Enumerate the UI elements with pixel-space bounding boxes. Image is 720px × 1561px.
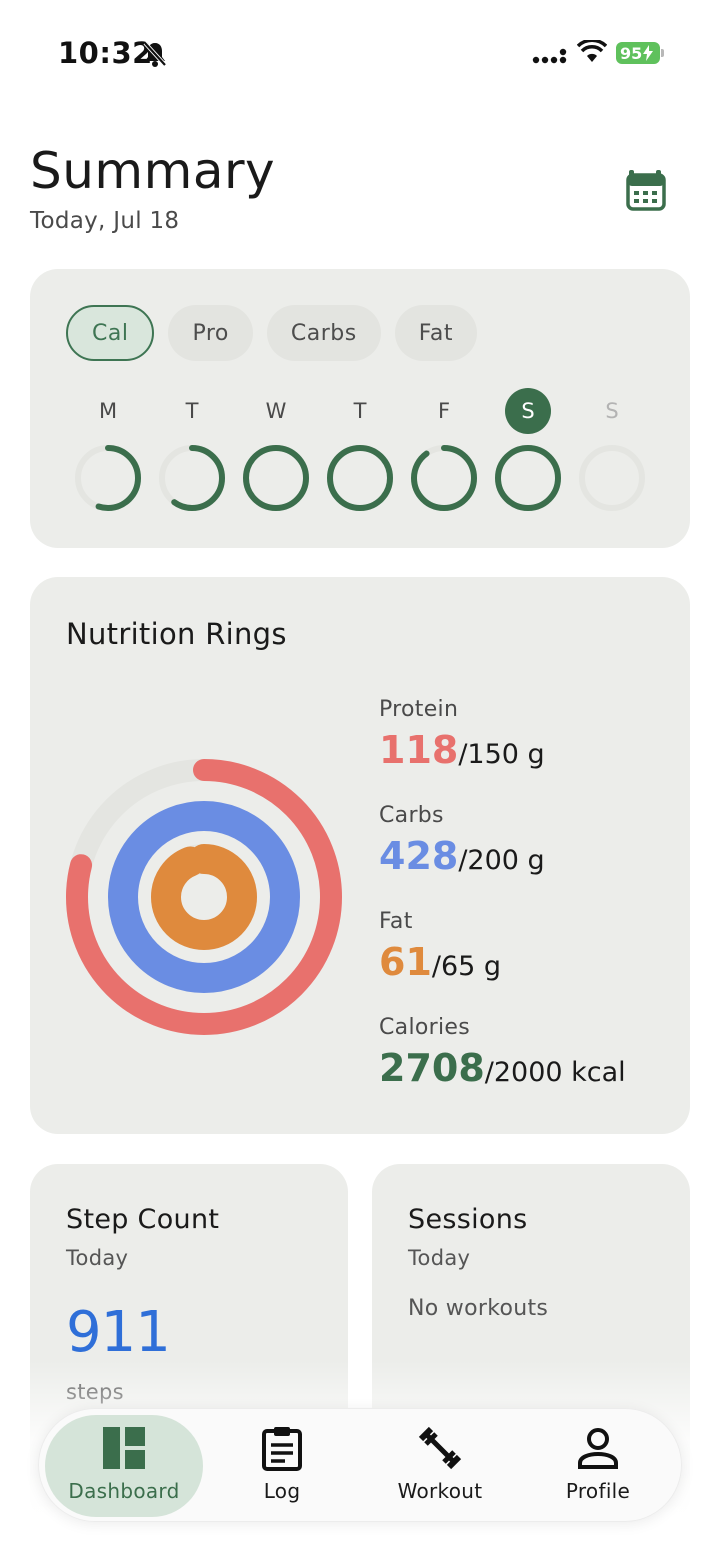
day-progress-ring[interactable] <box>577 443 647 513</box>
battery-indicator: 95 <box>616 42 660 64</box>
chip-fat[interactable]: Fat <box>394 305 477 361</box>
sessions-subtitle: Today <box>408 1246 471 1270</box>
tab-profile[interactable]: Profile <box>519 1409 677 1523</box>
metric-chips: Cal Pro Carbs Fat <box>66 305 477 361</box>
nutrition-rings-card: Nutrition Rings Protein 118/150 g Carbs … <box>30 577 690 1134</box>
status-bar: 10:32 95 <box>0 0 720 100</box>
tab-label: Log <box>263 1479 301 1503</box>
ring-progress-arc <box>243 445 309 511</box>
macro-protein: Protein 118/150 g <box>379 697 545 772</box>
day-label[interactable]: W <box>253 396 299 426</box>
dashboard-icon <box>103 1427 145 1469</box>
tab-label: Workout <box>397 1479 483 1503</box>
day-progress-ring[interactable] <box>73 443 143 513</box>
page-date: Today, Jul 18 <box>30 208 180 234</box>
macro-target: /65 g <box>431 951 502 982</box>
tab-bar: Dashboard Log Workout Profile <box>38 1408 682 1522</box>
weekly-progress-card: Cal Pro Carbs Fat M T W T F S S <box>30 269 690 548</box>
steps-title: Step Count <box>66 1204 220 1235</box>
chip-pro[interactable]: Pro <box>168 305 253 361</box>
person-icon <box>578 1428 618 1469</box>
day-label[interactable]: M <box>85 396 131 426</box>
tab-dashboard[interactable]: Dashboard <box>45 1409 203 1523</box>
status-time: 10:32 <box>58 36 153 70</box>
steps-value: 911 <box>66 1300 171 1365</box>
macro-calories: Calories 2708/2000 kcal <box>379 1015 626 1090</box>
calendar-icon[interactable] <box>620 166 672 216</box>
macro-current: 61 <box>379 940 432 984</box>
macro-target: /200 g <box>458 845 545 876</box>
macro-label: Calories <box>379 1015 470 1040</box>
day-progress-ring[interactable] <box>241 443 311 513</box>
steps-subtitle: Today <box>66 1246 129 1270</box>
battery-tip <box>661 49 664 57</box>
day-label[interactable]: T <box>169 396 215 426</box>
tab-log[interactable]: Log <box>203 1409 361 1523</box>
macro-target: /150 g <box>458 739 545 770</box>
clipboard-icon <box>262 1427 302 1471</box>
macro-label: Fat <box>379 909 413 934</box>
ring-track <box>579 445 645 511</box>
macro-label: Protein <box>379 697 459 722</box>
chip-cal[interactable]: Cal <box>66 305 155 361</box>
ring-progress-arc <box>495 445 561 511</box>
page-title: Summary <box>30 142 276 200</box>
macro-fat: Fat 61/65 g <box>379 909 501 984</box>
wifi-icon <box>577 40 607 62</box>
day-progress-ring[interactable] <box>493 443 563 513</box>
chip-carbs[interactable]: Carbs <box>266 305 381 361</box>
tab-label: Profile <box>565 1479 631 1503</box>
bell-slash-icon <box>143 41 167 67</box>
day-progress-ring[interactable] <box>157 443 227 513</box>
tab-label: Dashboard <box>68 1479 180 1503</box>
macro-target: /2000 kcal <box>484 1057 626 1088</box>
sessions-title: Sessions <box>408 1204 528 1235</box>
dumbbell-icon <box>418 1426 462 1470</box>
macro-label: Carbs <box>379 803 444 828</box>
sessions-empty-text: No workouts <box>408 1296 549 1321</box>
nutrition-title: Nutrition Rings <box>66 617 287 651</box>
day-label[interactable]: S <box>505 388 551 434</box>
day-label[interactable]: S <box>589 396 635 426</box>
ring-progress-arc <box>411 445 477 511</box>
tab-workout[interactable]: Workout <box>361 1409 519 1523</box>
ring-progress-arc <box>327 445 393 511</box>
macro-current: 2708 <box>379 1046 485 1090</box>
day-progress-ring[interactable] <box>409 443 479 513</box>
cellular-signal-icon <box>532 48 567 64</box>
nutrition-rings-chart <box>66 759 342 1035</box>
day-label[interactable]: F <box>421 396 467 426</box>
day-progress-ring[interactable] <box>325 443 395 513</box>
day-label[interactable]: T <box>337 396 383 426</box>
macro-carbs: Carbs 428/200 g <box>379 803 545 878</box>
charging-bolt-icon <box>643 45 654 61</box>
macro-current: 118 <box>379 728 459 772</box>
carbs-ring <box>108 801 300 993</box>
macro-current: 428 <box>379 834 459 878</box>
fat-ring <box>151 844 257 950</box>
battery-level: 95 <box>620 43 643 63</box>
